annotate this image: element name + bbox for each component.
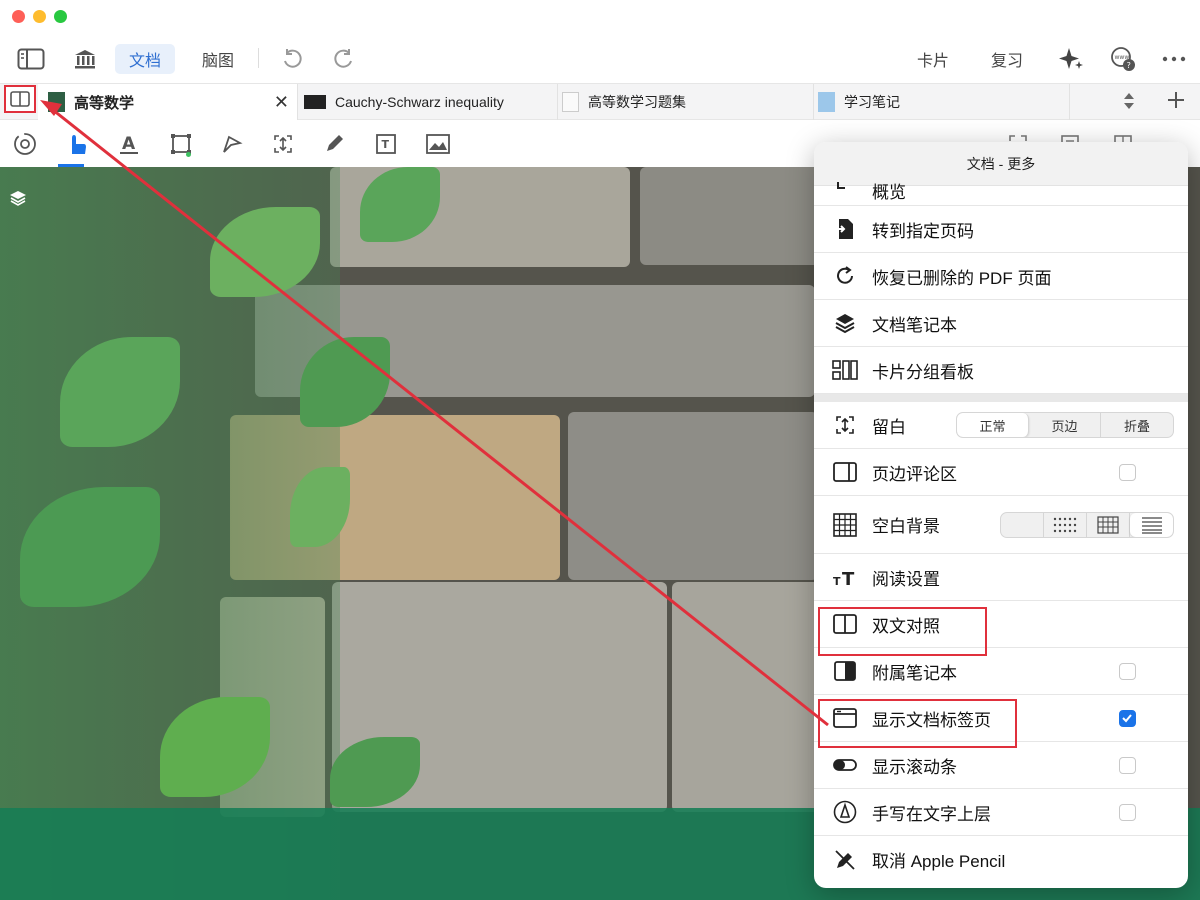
status-dot	[186, 152, 191, 157]
text-size-icon: TT	[832, 564, 858, 590]
sidebar-icon[interactable]	[16, 44, 46, 74]
stone	[672, 582, 820, 812]
attached-notebook-checkbox[interactable]	[1119, 662, 1136, 680]
settings-sync-icon[interactable]	[12, 131, 38, 157]
tab-document[interactable]: 文档	[115, 44, 176, 74]
hand-tool-icon[interactable]	[64, 131, 90, 157]
background-segmented-control	[1000, 511, 1174, 538]
more-icon[interactable]	[1162, 44, 1186, 74]
show-scrollbar-checkbox[interactable]	[1119, 756, 1136, 774]
menu-item-margin-comment[interactable]: 页边评论区	[814, 449, 1188, 496]
menu-item-reading-settings[interactable]: TT 阅读设置	[814, 554, 1188, 601]
top-toolbar: 文档 脑图 卡片 复习 www?	[0, 38, 1200, 82]
pen-icon[interactable]	[321, 131, 347, 157]
minimize-window-button[interactable]	[33, 10, 46, 23]
menu-item-outline[interactable]: 概览	[814, 182, 1188, 206]
handwrite-checkbox[interactable]	[1119, 803, 1136, 821]
close-window-button[interactable]	[12, 10, 25, 23]
tab-label: 高等数学习题集	[588, 94, 686, 110]
sparkle-icon[interactable]	[1058, 44, 1084, 74]
stone	[640, 167, 820, 265]
book-cover-icon	[48, 92, 65, 112]
zoom-window-button[interactable]	[54, 10, 67, 23]
tab-item[interactable]: 高等数学习题集	[558, 84, 814, 120]
tab-item[interactable]: 高等数学 ✕	[38, 84, 298, 120]
margin-comment-checkbox[interactable]	[1119, 463, 1136, 481]
margin-option-fold[interactable]: 折叠	[1101, 413, 1173, 437]
add-tab-icon[interactable]	[1166, 90, 1186, 115]
margin-comment-icon	[832, 459, 858, 485]
tab-label: 高等数学	[74, 94, 135, 112]
image-icon[interactable]	[425, 131, 451, 157]
margin-option-normal[interactable]: 正常	[957, 413, 1029, 437]
undo-icon[interactable]	[280, 44, 304, 74]
redo-icon[interactable]	[332, 44, 356, 74]
tab-item[interactable]: Cauchy-Schwarz inequality	[298, 84, 558, 120]
menu-item-goto-page[interactable]: 转到指定页码	[814, 206, 1188, 253]
show-tabs-checkbox[interactable]	[1119, 709, 1136, 727]
text-box-icon[interactable]: T	[373, 131, 399, 157]
window-controls	[12, 10, 67, 23]
tab-label: 学习笔记	[844, 94, 900, 110]
menu-divider	[814, 394, 1188, 402]
tab-mindmap[interactable]: 脑图	[202, 44, 234, 74]
web-search-icon[interactable]: www?	[1110, 44, 1136, 74]
menu-item-doc-notebook[interactable]: 文档笔记本	[814, 300, 1188, 347]
svg-text:A: A	[122, 134, 136, 154]
margin-resize-icon[interactable]	[270, 131, 296, 157]
document-tab-bar: 高等数学 ✕ Cauchy-Schwarz inequality 高等数学习题集…	[0, 83, 1200, 120]
review-button[interactable]: 复习	[991, 44, 1023, 74]
menu-item-handwrite-above-text[interactable]: 手写在文字上层	[814, 789, 1188, 836]
pen-nib-icon	[832, 799, 858, 825]
layers-icon[interactable]	[9, 189, 27, 207]
menu-item-restore-pages[interactable]: 恢复已删除的 PDF 页面	[814, 253, 1188, 300]
split-view-icon[interactable]	[4, 85, 36, 113]
text-highlight-icon[interactable]: A	[116, 131, 142, 157]
menu-item-cancel-pencil[interactable]: 取消 Apple Pencil	[814, 836, 1188, 883]
menu-item-blank-background: 空白背景	[814, 496, 1188, 554]
document-thumb-icon	[304, 95, 326, 109]
bg-option-grid[interactable]	[1087, 512, 1130, 537]
grid-icon	[832, 512, 858, 538]
goto-page-icon	[832, 216, 858, 242]
tab-sort-icon[interactable]	[1122, 92, 1136, 115]
bg-option-blank[interactable]	[1001, 512, 1044, 537]
dual-view-highlight	[818, 607, 987, 656]
tab-item[interactable]: 学习笔记	[814, 84, 1070, 120]
app-window: 文档 脑图 卡片 复习 www? 高等数学 ✕ Cauchy-Schwarz i…	[0, 0, 1200, 900]
outline-icon	[832, 182, 858, 203]
svg-text:T: T	[842, 569, 855, 587]
document-more-popover: 文档 - 更多 概览 转到指定页码 恢复已删除的 PDF 页面 文档笔记本 卡片…	[814, 142, 1188, 888]
layers-icon	[832, 310, 858, 336]
svg-text:?: ?	[1127, 61, 1131, 70]
document-thumb-icon	[562, 92, 579, 112]
bg-option-dots[interactable]	[1044, 512, 1087, 537]
cards-button[interactable]: 卡片	[917, 44, 949, 74]
show-tabs-highlight	[818, 699, 1017, 748]
tab-label: Cauchy-Schwarz inequality	[335, 94, 504, 110]
library-icon[interactable]	[72, 44, 98, 74]
toolbar-divider	[258, 48, 259, 68]
notebook-thumb-icon	[818, 92, 835, 112]
pencil-off-icon	[832, 847, 858, 873]
card-board-icon	[832, 357, 858, 383]
margin-segmented-control: 正常 页边 折叠	[956, 412, 1174, 438]
bg-option-lines[interactable]	[1130, 512, 1173, 537]
menu-item-margin: 留白 正常 页边 折叠	[814, 402, 1188, 449]
attached-notebook-icon	[832, 658, 858, 684]
close-tab-icon[interactable]: ✕	[274, 92, 289, 113]
lasso-icon[interactable]	[219, 131, 245, 157]
svg-text:T: T	[833, 575, 841, 587]
menu-item-card-board[interactable]: 卡片分组看板	[814, 347, 1188, 394]
svg-text:T: T	[382, 138, 390, 151]
scrollbar-icon	[832, 752, 858, 778]
restore-icon	[832, 263, 858, 289]
popover-title: 文档 - 更多	[814, 142, 1188, 186]
margin-option-edge[interactable]: 页边	[1029, 413, 1101, 437]
stone	[568, 412, 818, 580]
menu-item-show-scrollbar[interactable]: 显示滚动条	[814, 742, 1188, 789]
margin-resize-icon	[832, 412, 858, 438]
